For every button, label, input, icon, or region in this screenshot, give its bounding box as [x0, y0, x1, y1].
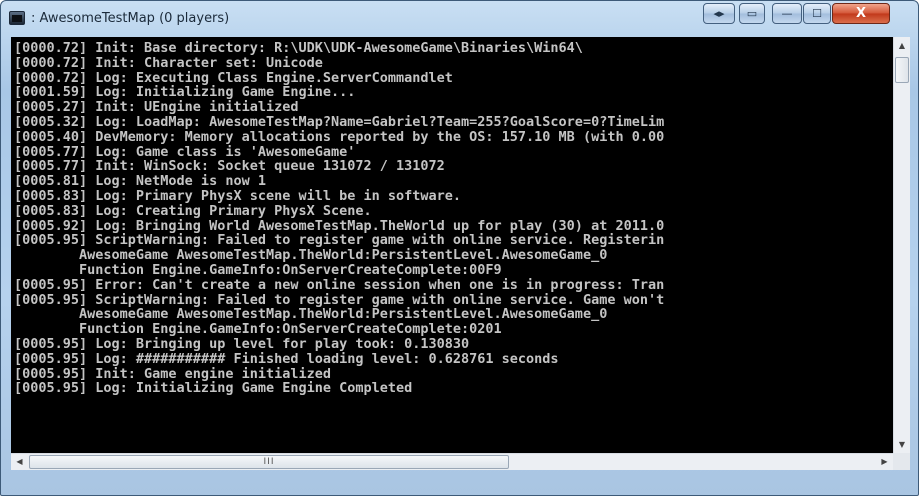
console-line: [0005.95] Init: Game engine initialized [14, 365, 331, 382]
restore-small-button[interactable]: ▭ [739, 3, 765, 24]
console-line: [0000.72] Init: Base directory: R:\UDK\U… [14, 40, 583, 56]
console-line: [0000.72] Init: Character set: Unicode [14, 54, 323, 71]
window-title: : AwesomeTestMap (0 players) [31, 11, 230, 26]
vertical-scroll-thumb[interactable] [895, 57, 909, 83]
scroll-left-arrow-icon[interactable]: ◀ [11, 454, 28, 470]
console-window: : AwesomeTestMap (0 players) ◂▸ ▭ — ☐ X … [0, 0, 919, 496]
close-button[interactable]: X [832, 3, 890, 24]
console-line: [0005.95] ScriptWarning: Failed to regis… [14, 232, 665, 249]
console-output[interactable]: [0000.72] Init: Base directory: R:\UDK\U… [11, 37, 893, 453]
size-grip-icon[interactable] [893, 453, 910, 470]
console-lines: [0000.72] Init: Base directory: R:\UDK\U… [14, 41, 664, 396]
console-line: [0005.95] ScriptWarning: Failed to regis… [14, 291, 665, 308]
arrows-button[interactable]: ◂▸ [703, 3, 735, 24]
console-line: [0005.95] Log: Bringing up level for pla… [14, 335, 470, 352]
console-app-icon[interactable] [9, 11, 25, 25]
scroll-grip-icon: III [263, 457, 275, 467]
scroll-up-arrow-icon[interactable]: ▲ [894, 37, 910, 54]
console-line: Function Engine.GameInfo:OnServerCreateC… [14, 261, 502, 278]
console-line: Function Engine.GameInfo:OnServerCreateC… [14, 321, 502, 338]
title-bar[interactable]: : AwesomeTestMap (0 players) ◂▸ ▭ — ☐ X [1, 1, 918, 37]
horizontal-scroll-thumb[interactable]: III [29, 455, 509, 469]
horizontal-scrollbar[interactable]: ◀ III ▶ [11, 453, 893, 470]
console-line: [0005.95] Error: Can't create a new onli… [14, 276, 665, 293]
console-line: [0005.83] Log: Primary PhysX scene will … [14, 187, 462, 204]
vertical-scrollbar[interactable]: ▲ ▼ [893, 37, 910, 453]
console-line: [0005.77] Init: WinSock: Socket queue 13… [14, 158, 445, 175]
console-line: [0005.95] Log: ########### Finished load… [14, 350, 559, 367]
console-line: [0005.40] DevMemory: Memory allocations … [14, 128, 665, 145]
console-line: AwesomeGame AwesomeTestMap.TheWorld:Pers… [14, 247, 608, 264]
scroll-down-arrow-icon[interactable]: ▼ [894, 436, 910, 453]
console-line: [0000.72] Log: Executing Class Engine.Se… [14, 69, 453, 86]
scroll-right-arrow-icon[interactable]: ▶ [876, 454, 893, 470]
console-line: [0005.27] Init: UEngine initialized [14, 99, 299, 116]
maximize-button[interactable]: ☐ [803, 3, 831, 24]
console-line: [0005.32] Log: LoadMap: AwesomeTestMap?N… [14, 113, 665, 130]
console-line: [0005.95] Log: Initializing Game Engine … [14, 380, 413, 397]
console-line: [0005.92] Log: Bringing World AwesomeTes… [14, 217, 665, 234]
console-line: AwesomeGame AwesomeTestMap.TheWorld:Pers… [14, 306, 608, 323]
console-line: [0005.81] Log: NetMode is now 1 [14, 173, 266, 190]
minimize-button[interactable]: — [772, 3, 802, 24]
console-line: [0005.83] Log: Creating Primary PhysX Sc… [14, 202, 372, 219]
console-line: [0005.77] Log: Game class is 'AwesomeGam… [14, 143, 356, 160]
console-line: [0001.59] Log: Initializing Game Engine.… [14, 84, 356, 101]
